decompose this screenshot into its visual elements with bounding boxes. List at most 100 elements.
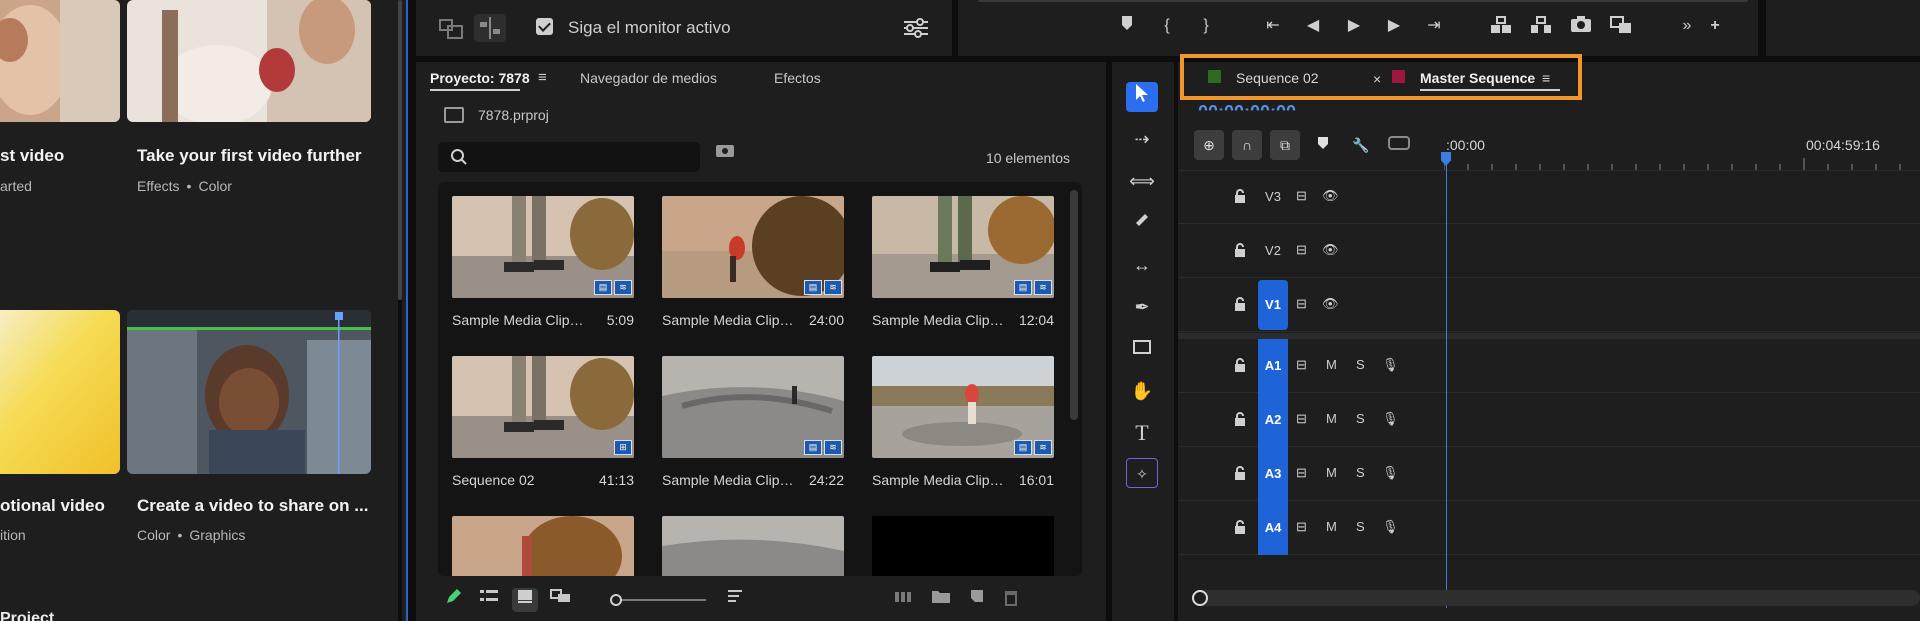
more-icon[interactable]: »	[1674, 15, 1700, 37]
time-ruler[interactable]	[1444, 158, 1920, 170]
lock-icon[interactable]	[1234, 243, 1246, 257]
export-frame-icon[interactable]	[1568, 15, 1594, 37]
comparison-view-icon[interactable]	[1608, 15, 1634, 37]
track-name[interactable]: A1	[1258, 339, 1288, 393]
sync-lock-icon[interactable]: ⊟	[1296, 188, 1307, 204]
mute-button[interactable]: M	[1326, 465, 1337, 480]
lift-icon[interactable]	[1488, 15, 1514, 37]
microphone-icon[interactable]: 🎙	[1382, 519, 1399, 535]
mark-out-icon[interactable]: }	[1193, 15, 1219, 37]
sync-lock-icon[interactable]: ⊟	[1296, 519, 1307, 535]
track-name[interactable]: A3	[1258, 447, 1288, 501]
lock-icon[interactable]	[1234, 297, 1246, 311]
zoom-slider-handle[interactable]	[610, 594, 622, 606]
mark-in-icon[interactable]: {	[1154, 15, 1180, 37]
selection-tool-icon[interactable]	[1126, 82, 1158, 112]
new-bin-icon[interactable]	[928, 588, 954, 612]
mute-button[interactable]: M	[1326, 357, 1337, 372]
play-icon[interactable]: ▶	[1341, 15, 1367, 37]
search-input[interactable]	[476, 146, 691, 168]
playhead-timecode[interactable]: 00;00;00;00	[1198, 102, 1296, 110]
track-name[interactable]: A4	[1258, 501, 1288, 555]
remix-tool-icon[interactable]: ✧	[1126, 458, 1158, 488]
playhead-line[interactable]	[1446, 162, 1447, 608]
track-name[interactable]: V2	[1258, 238, 1288, 264]
add-marker-icon[interactable]	[1308, 130, 1338, 160]
tab-media-browser[interactable]: Navegador de medios	[580, 70, 717, 86]
snap-icon[interactable]: ∩	[1232, 130, 1262, 160]
pen-tool-icon[interactable]: ✒	[1126, 292, 1158, 322]
new-item-icon[interactable]	[964, 588, 990, 612]
go-to-out-icon[interactable]: ⇥	[1421, 15, 1447, 37]
tutorial-title[interactable]: st video	[0, 146, 64, 166]
tutorial-thumbnail[interactable]	[0, 0, 120, 122]
microphone-icon[interactable]: 🎙	[1382, 357, 1399, 373]
step-forward-icon[interactable]: ▶	[1381, 15, 1407, 37]
sync-lock-icon[interactable]: ⊟	[1296, 465, 1307, 481]
tutorial-thumbnail[interactable]	[127, 0, 371, 122]
track-select-tool-icon[interactable]: ⇢	[1126, 124, 1158, 154]
freeform-view-icon[interactable]	[548, 588, 574, 612]
automate-to-sequence-icon[interactable]	[892, 588, 918, 612]
lock-icon[interactable]	[1234, 412, 1246, 426]
eye-icon[interactable]: 👁	[1322, 296, 1339, 312]
settings-sliders-icon[interactable]	[900, 14, 932, 42]
follow-active-monitor-checkbox[interactable]	[536, 18, 553, 35]
add-icon[interactable]: +	[1702, 15, 1728, 37]
sync-lock-icon[interactable]: ⊟	[1296, 411, 1307, 427]
type-tool-icon[interactable]: T	[1126, 418, 1158, 448]
project-search[interactable]	[438, 142, 700, 172]
lock-icon[interactable]	[1234, 358, 1246, 372]
track-name[interactable]: V1	[1258, 280, 1288, 330]
microphone-icon[interactable]: 🎙	[1382, 465, 1399, 481]
list-view-icon[interactable]	[476, 588, 502, 612]
scrollbar-thumb[interactable]	[398, 0, 402, 300]
solo-button[interactable]: S	[1356, 357, 1365, 372]
marker-icon[interactable]	[1114, 15, 1140, 37]
solo-button[interactable]: S	[1356, 465, 1365, 480]
sync-lock-icon[interactable]: ⊟	[1296, 296, 1307, 312]
microphone-icon[interactable]: 🎙	[1382, 411, 1399, 427]
tab-project[interactable]: Proyecto: 7878	[430, 70, 530, 86]
tutorial-title[interactable]: otional video	[0, 496, 105, 516]
sync-icon[interactable]	[474, 14, 506, 42]
go-to-in-icon[interactable]: ⇤	[1260, 15, 1286, 37]
panel-menu-icon[interactable]: ≡	[538, 69, 547, 86]
track-name[interactable]: V3	[1258, 184, 1288, 210]
program-scrub-bar[interactable]	[978, 0, 1748, 2]
multicam-icon[interactable]	[436, 14, 468, 42]
solo-button[interactable]: S	[1356, 519, 1365, 534]
find-icon[interactable]	[712, 142, 738, 166]
sync-lock-icon[interactable]: ⊟	[1296, 242, 1307, 258]
tutorial-title[interactable]: Take your first video further	[137, 146, 362, 166]
track-name[interactable]: A2	[1258, 393, 1288, 447]
mute-button[interactable]: M	[1326, 519, 1337, 534]
trash-icon[interactable]	[998, 588, 1024, 612]
learn-scrollbar[interactable]	[398, 0, 402, 621]
pencil-icon[interactable]	[440, 588, 466, 612]
hand-tool-icon[interactable]: ✋	[1126, 376, 1158, 406]
scrollbar-handle[interactable]	[1192, 590, 1208, 606]
wrench-icon[interactable]: 🔧	[1346, 130, 1376, 160]
lock-icon[interactable]	[1234, 189, 1246, 203]
tutorial-thumbnail[interactable]	[0, 310, 120, 474]
icon-view-icon[interactable]	[512, 588, 538, 612]
bin-scrollbar[interactable]	[1070, 190, 1078, 420]
razor-tool-icon[interactable]	[1126, 208, 1158, 238]
sync-lock-icon[interactable]: ⊟	[1296, 357, 1307, 373]
timeline-horizontal-scrollbar[interactable]	[1192, 590, 1920, 606]
rectangle-tool-icon[interactable]	[1126, 334, 1158, 364]
zoom-slider-track[interactable]	[616, 599, 706, 601]
tutorial-thumbnail[interactable]	[127, 310, 371, 474]
step-back-icon[interactable]: ◀	[1300, 15, 1326, 37]
extract-icon[interactable]	[1528, 15, 1554, 37]
sort-icon[interactable]	[722, 588, 748, 612]
tutorial-title[interactable]: Create a video to share on ...	[137, 496, 368, 516]
mute-button[interactable]: M	[1326, 411, 1337, 426]
solo-button[interactable]: S	[1356, 411, 1365, 426]
linked-selection-icon[interactable]: ⧉	[1270, 130, 1300, 160]
tab-effects[interactable]: Efectos	[774, 70, 821, 86]
eye-icon[interactable]: 👁	[1322, 188, 1339, 204]
captions-icon[interactable]	[1384, 130, 1414, 160]
lock-icon[interactable]	[1234, 466, 1246, 480]
